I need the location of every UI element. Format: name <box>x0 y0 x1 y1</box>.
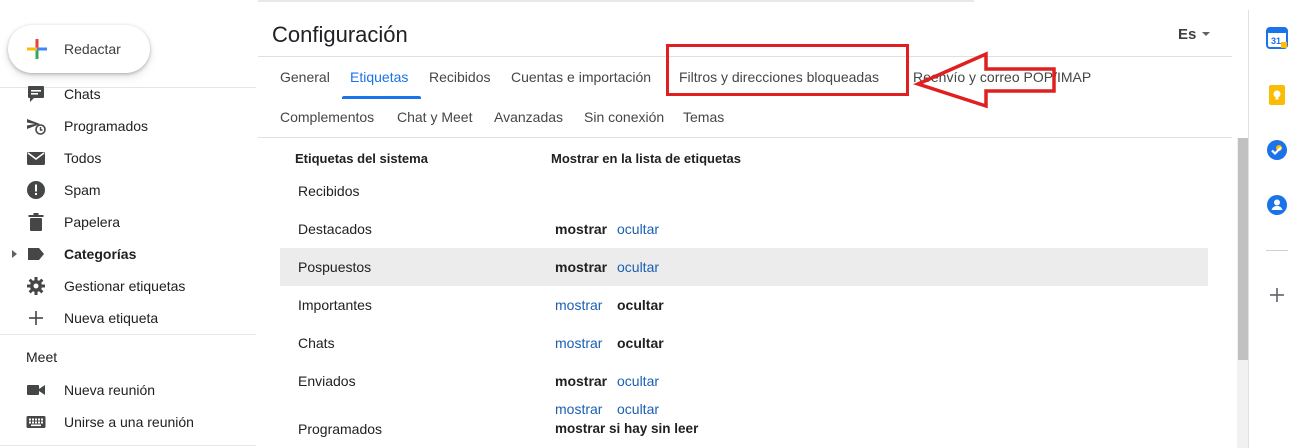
sidebar-item-categories[interactable]: Categorías <box>0 238 256 270</box>
annotation-highlight-box <box>666 44 909 96</box>
system-labels-header: Etiquetas del sistema <box>295 151 428 166</box>
show-if-unread-option[interactable]: mostrar si hay sin leer <box>555 421 698 436</box>
addon-divider <box>1266 250 1288 251</box>
expand-arrow-icon[interactable] <box>12 250 17 258</box>
active-tab-indicator <box>342 96 421 99</box>
hide-link[interactable]: ocultar <box>617 401 659 417</box>
show-link[interactable]: mostrar <box>555 335 602 351</box>
video-camera-icon <box>27 385 45 395</box>
tab-offline[interactable]: Sin conexión <box>584 109 664 125</box>
sidebar-item-trash[interactable]: Papelera <box>0 206 256 238</box>
search-bar-edge <box>258 0 974 2</box>
hide-link[interactable]: ocultar <box>617 373 659 389</box>
sidebar-item-label: Nueva etiqueta <box>64 310 159 326</box>
sidebar-item-label: Programados <box>64 118 149 134</box>
label-name: Importantes <box>298 297 372 313</box>
sidebar-item-label: Todos <box>64 150 102 166</box>
compose-plus-icon <box>27 39 47 59</box>
sidebar-item-label: Papelera <box>64 214 121 230</box>
label-name: Enviados <box>298 373 356 389</box>
trash-icon <box>28 213 44 231</box>
spam-icon <box>27 181 45 199</box>
sidebar-item-label: Chats <box>64 86 101 102</box>
show-link[interactable]: mostrar <box>555 297 602 313</box>
sidebar-item-new-meeting[interactable]: Nueva reunión <box>0 374 256 406</box>
sidebar-item-label: Unirse a una reunión <box>64 414 194 430</box>
tasks-icon[interactable] <box>1266 139 1288 161</box>
tab-chat-meet[interactable]: Chat y Meet <box>397 109 472 125</box>
sidebar-item-label: Nueva reunión <box>64 382 156 398</box>
label-row: Destacados mostrar ocultar <box>280 210 1208 248</box>
show-option[interactable]: mostrar <box>555 373 607 389</box>
label-row: Chats mostrar ocultar <box>280 324 1208 362</box>
keyboard-icon <box>26 416 46 428</box>
sidebar-item-label: Gestionar etiquetas <box>64 278 186 294</box>
label-name: Chats <box>298 335 335 351</box>
label-name: Recibidos <box>298 183 360 199</box>
annotation-arrow-icon <box>913 51 1056 109</box>
calendar-day: 31 <box>1271 36 1281 46</box>
contacts-icon[interactable] <box>1266 194 1288 216</box>
scrollbar-thumb[interactable] <box>1238 138 1248 360</box>
calendar-icon[interactable]: 31 <box>1266 27 1288 49</box>
chat-icon <box>28 86 44 102</box>
sidebar-item-manage-labels[interactable]: Gestionar etiquetas <box>0 270 256 302</box>
label-row: Enviados mostrar ocultar <box>280 362 1208 400</box>
compose-button[interactable]: Redactar <box>8 25 150 73</box>
tab-inbox[interactable]: Recibidos <box>429 69 490 85</box>
gear-icon <box>27 277 45 295</box>
label-name: Programados <box>298 421 383 437</box>
hide-link[interactable]: ocultar <box>617 221 659 237</box>
show-option[interactable]: mostrar <box>555 221 607 237</box>
hide-link[interactable]: ocultar <box>617 259 659 275</box>
tab-add-ons[interactable]: Complementos <box>280 109 374 125</box>
hide-option[interactable]: ocultar <box>617 297 664 313</box>
meet-section-title: Meet <box>26 349 58 365</box>
tab-accounts-import[interactable]: Cuentas e importación <box>511 69 651 85</box>
tab-advanced[interactable]: Avanzadas <box>494 109 563 125</box>
hide-option[interactable]: ocultar <box>617 335 664 351</box>
label-name: Pospuestos <box>298 259 372 275</box>
label-name: Destacados <box>298 221 372 237</box>
sidebar-item-join-meeting[interactable]: Unirse a una reunión <box>0 406 256 438</box>
sidebar-item-spam[interactable]: Spam <box>0 174 256 206</box>
sidebar-item-chats[interactable]: Chats <box>0 78 256 110</box>
compose-label: Redactar <box>64 41 121 57</box>
label-row: Programados mostrar ocultar mostrar si h… <box>280 400 1208 448</box>
plus-icon[interactable] <box>1266 284 1288 306</box>
tab-labels[interactable]: Etiquetas <box>350 69 408 85</box>
sidebar-item-label: Spam <box>64 182 101 198</box>
label-icon <box>28 248 44 260</box>
addon-panel-divider <box>1248 10 1249 448</box>
sidebar-item-scheduled[interactable]: Programados <box>0 110 256 142</box>
sidebar-divider <box>0 445 256 446</box>
sidebar-divider <box>0 334 256 335</box>
plus-icon <box>29 311 43 325</box>
label-row: Importantes mostrar ocultar <box>280 286 1208 324</box>
left-sidebar: Redactar Chats Programados Todos Spam Pa… <box>0 0 256 448</box>
sidebar-item-all-mail[interactable]: Todos <box>0 142 256 174</box>
tabs-divider <box>258 137 1232 138</box>
keep-icon[interactable] <box>1266 84 1288 106</box>
tab-general[interactable]: General <box>280 69 330 85</box>
language-selector[interactable]: Es <box>1178 26 1196 43</box>
show-link[interactable]: mostrar <box>555 401 602 417</box>
show-option[interactable]: mostrar <box>555 259 607 275</box>
chevron-down-icon[interactable] <box>1202 32 1210 36</box>
all-mail-icon <box>27 152 45 165</box>
label-row-highlighted: Pospuestos mostrar ocultar <box>280 248 1208 286</box>
show-in-list-header: Mostrar en la lista de etiquetas <box>551 151 742 166</box>
scheduled-icon <box>27 119 46 135</box>
sidebar-item-label: Categorías <box>64 246 137 262</box>
label-row: Recibidos <box>280 172 1208 210</box>
page-title: Configuración <box>272 22 408 47</box>
sidebar-item-new-label[interactable]: Nueva etiqueta <box>0 302 256 334</box>
tab-themes[interactable]: Temas <box>683 109 724 125</box>
